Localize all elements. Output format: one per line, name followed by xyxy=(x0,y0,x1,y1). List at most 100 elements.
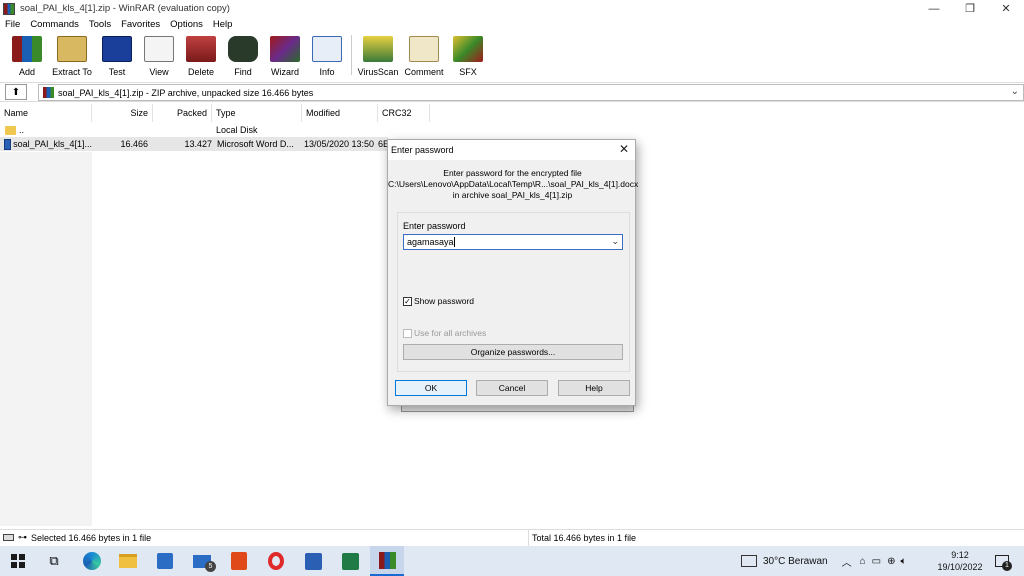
opera-icon xyxy=(268,552,284,570)
task-view-icon: ⧉ xyxy=(49,553,59,568)
menu-options[interactable]: Options xyxy=(165,19,208,30)
virusscan-icon xyxy=(363,36,393,62)
table-row[interactable]: soal_PAI_kls_4[1]... 16.466 13.427 Micro… xyxy=(0,137,388,151)
chevron-down-icon[interactable]: ⌄ xyxy=(1011,86,1019,97)
dialog-message: Enter password for the encrypted file C:… xyxy=(388,168,639,200)
sfx-button[interactable]: SFX xyxy=(447,33,489,77)
key-icon: ⊶ xyxy=(18,532,27,542)
store-icon xyxy=(157,553,173,569)
edge-icon xyxy=(83,552,101,570)
checkbox-icon xyxy=(403,328,412,338)
toolbar: Add Extract To Test View Delete Find Wiz… xyxy=(0,33,1024,79)
menu-file[interactable]: File xyxy=(0,19,25,30)
title-bar: soal_PAI_kls_4[1].zip - WinRAR (evaluati… xyxy=(0,0,1024,17)
left-pane xyxy=(0,152,92,526)
path-combobox[interactable]: soal_PAI_kls_4[1].zip - ZIP archive, unp… xyxy=(38,84,1024,101)
comment-icon xyxy=(409,36,439,62)
notification-count: 1 xyxy=(1002,561,1012,571)
windows-logo-icon xyxy=(11,554,25,568)
info-icon xyxy=(312,36,342,62)
comment-button[interactable]: Comment xyxy=(401,33,447,77)
up-folder-button[interactable]: ⬆ xyxy=(5,84,27,100)
battery-icon[interactable]: ▭ xyxy=(872,556,881,567)
excel-taskbar-icon[interactable] xyxy=(338,550,362,572)
toolbar-separator xyxy=(351,35,352,75)
menu-commands[interactable]: Commands xyxy=(25,19,84,30)
chevron-up-icon[interactable]: ︿ xyxy=(842,554,852,569)
volume-icon[interactable]: 🔈︎ xyxy=(900,556,906,567)
edge-taskbar-icon[interactable] xyxy=(80,550,104,572)
col-type[interactable]: Type xyxy=(212,104,302,122)
weather-icon xyxy=(741,555,757,567)
test-button[interactable]: Test xyxy=(96,33,138,77)
extract-icon xyxy=(57,36,87,62)
help-button[interactable]: Help xyxy=(558,380,630,396)
col-size[interactable]: Size xyxy=(92,104,153,122)
clock-time: 9:12 xyxy=(951,550,969,560)
delete-button[interactable]: Delete xyxy=(180,33,222,77)
folder-icon xyxy=(119,554,137,568)
folder-icon xyxy=(5,125,16,135)
file-explorer-taskbar-icon[interactable] xyxy=(116,550,140,572)
virusscan-button[interactable]: VirusScan xyxy=(355,33,401,77)
show-password-checkbox[interactable]: ✓ Show password xyxy=(403,296,474,306)
zip-archive-icon xyxy=(43,87,54,98)
password-label: Enter password xyxy=(403,221,466,231)
mail-taskbar-icon[interactable]: 5 xyxy=(190,550,216,572)
office-taskbar-icon[interactable] xyxy=(227,550,251,572)
dialog-close-icon[interactable]: ✕ xyxy=(619,142,629,156)
add-icon xyxy=(12,36,42,62)
cancel-button[interactable]: Cancel xyxy=(476,380,548,396)
find-button[interactable]: Find xyxy=(222,33,264,77)
globe-icon[interactable]: ⊕ xyxy=(887,556,895,567)
password-input[interactable]: agamasaya ⌄ xyxy=(403,234,623,250)
status-left: Selected 16.466 bytes in 1 file xyxy=(31,532,152,543)
word-taskbar-icon[interactable] xyxy=(301,550,325,572)
start-button[interactable] xyxy=(6,550,30,572)
menu-favorites[interactable]: Favorites xyxy=(116,19,165,30)
task-view-button[interactable]: ⧉ xyxy=(42,550,66,572)
notification-button[interactable]: 1 xyxy=(990,550,1014,572)
list-item[interactable]: .. Local Disk xyxy=(0,123,310,137)
chevron-down-icon[interactable]: ⌄ xyxy=(611,236,619,247)
winrar-taskbar-icon[interactable] xyxy=(370,546,404,576)
menu-tools[interactable]: Tools xyxy=(84,19,116,30)
word-document-icon xyxy=(4,138,12,150)
view-button[interactable]: View xyxy=(138,33,180,77)
mail-badge: 5 xyxy=(205,561,216,572)
info-button[interactable]: Info xyxy=(306,33,348,77)
window-title: soal_PAI_kls_4[1].zip - WinRAR (evaluati… xyxy=(20,3,230,14)
col-name[interactable]: Name xyxy=(0,104,92,122)
address-bar: ⬆ soal_PAI_kls_4[1].zip - ZIP archive, u… xyxy=(0,82,1024,102)
password-group: Enter password agamasaya ⌄ ✓ Show passwo… xyxy=(397,212,630,372)
ok-button[interactable]: OK xyxy=(395,380,467,396)
column-header: Name Size Packed Type Modified CRC32 xyxy=(0,104,430,122)
restore-button[interactable]: ❐ xyxy=(952,0,988,17)
close-button[interactable]: ✕ xyxy=(988,0,1024,17)
col-modified[interactable]: Modified xyxy=(302,104,378,122)
extract-to-button[interactable]: Extract To xyxy=(48,33,96,77)
dialog-title: Enter password xyxy=(388,140,635,160)
wizard-button[interactable]: Wizard xyxy=(264,33,306,77)
organize-passwords-button[interactable]: Organize passwords... xyxy=(403,344,623,360)
enter-password-dialog: Enter password ✕ Enter password for the … xyxy=(387,139,639,406)
up-arrow-icon: ⬆ xyxy=(11,86,21,98)
add-button[interactable]: Add xyxy=(6,33,48,77)
use-for-all-archives-checkbox[interactable]: Use for all archives xyxy=(403,328,486,338)
minimize-button[interactable]: — xyxy=(916,0,952,17)
menu-bar: File Commands Tools Favorites Options He… xyxy=(0,17,1024,32)
clock[interactable]: 9:12 19/10/2022 xyxy=(934,546,986,576)
find-icon xyxy=(228,36,258,62)
col-packed[interactable]: Packed xyxy=(153,104,212,122)
excel-icon xyxy=(341,552,359,570)
store-taskbar-icon[interactable] xyxy=(153,550,177,572)
delete-icon xyxy=(186,36,216,62)
network-icon[interactable]: ⌂ xyxy=(860,556,866,567)
office-icon xyxy=(231,552,247,570)
col-crc32[interactable]: CRC32 xyxy=(378,104,430,122)
view-icon xyxy=(144,36,174,62)
clock-date: 19/10/2022 xyxy=(937,562,983,572)
opera-taskbar-icon[interactable] xyxy=(264,550,288,572)
weather-text[interactable]: 30°C Berawan xyxy=(763,556,828,567)
menu-help[interactable]: Help xyxy=(208,19,238,30)
